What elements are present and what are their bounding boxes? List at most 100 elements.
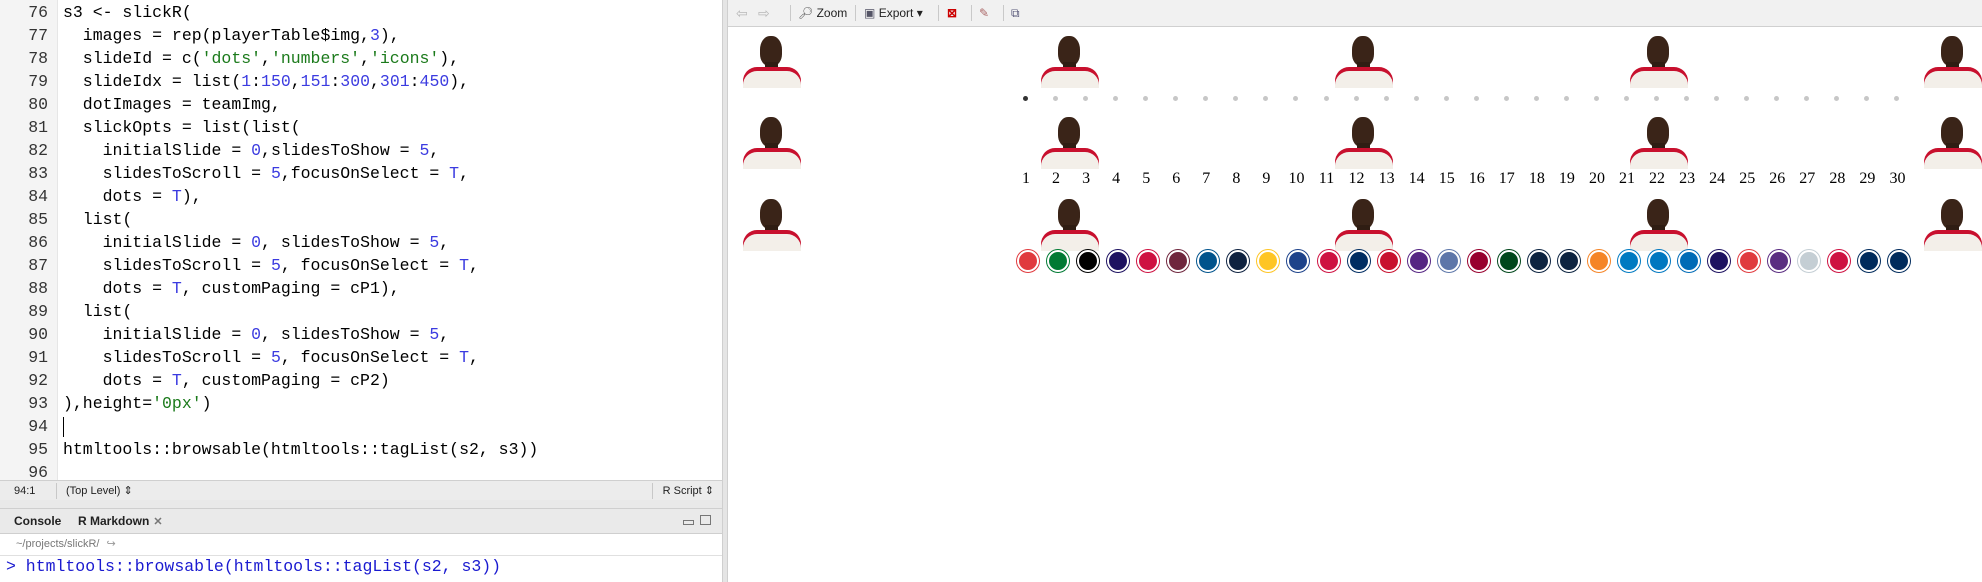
tab-console[interactable]: Console [8, 509, 68, 533]
page-number[interactable]: 11 [1315, 170, 1339, 188]
carousel-numbers[interactable]: 1 2 3 4 5 6 7 8 9 10 11 12 13 14 15 16 17 18 19 20 21 22 23 24 2… [728, 115, 1982, 187]
team-logo-icon[interactable] [1227, 250, 1250, 272]
page-number[interactable]: 4 [1104, 170, 1128, 188]
team-logo-icon[interactable] [1317, 250, 1340, 272]
team-logo-icon[interactable] [1017, 250, 1039, 272]
page-number[interactable]: 5 [1134, 170, 1158, 188]
page-number[interactable]: 1 [1014, 170, 1038, 188]
source-editor[interactable]: 76 s3 <- slickR(77 images = rep(playerTab… [0, 0, 722, 502]
team-logo-icon[interactable] [1768, 250, 1791, 272]
team-logo-icon[interactable] [1648, 250, 1671, 272]
carousel-dot[interactable] [1323, 96, 1329, 101]
team-logo-icon[interactable] [1678, 250, 1701, 272]
code-line[interactable]: 85 list( [0, 208, 132, 231]
code-line[interactable]: 86 initialSlide = 0, slidesToShow = 5, [0, 231, 449, 254]
team-logo-icon[interactable] [1527, 250, 1550, 272]
player-image[interactable] [1041, 115, 1099, 171]
player-image[interactable] [1041, 34, 1099, 90]
page-number[interactable]: 10 [1284, 170, 1308, 188]
maximize-pane-icon[interactable] [700, 515, 711, 525]
carousel-dot[interactable] [1714, 96, 1720, 101]
carousel-dot[interactable] [1143, 96, 1149, 101]
code-line[interactable]: 89 list( [0, 300, 132, 323]
broom-icon[interactable]: ✎ [979, 0, 989, 26]
carousel-dot[interactable] [1864, 96, 1870, 101]
team-logo-icon[interactable] [1738, 250, 1761, 272]
player-image[interactable] [1041, 197, 1099, 253]
page-number[interactable]: 28 [1825, 170, 1849, 188]
team-logo-icon[interactable] [1557, 250, 1580, 272]
code-line[interactable]: 77 images = rep(playerTable$img,3), [0, 24, 399, 47]
tab-r-markdown[interactable]: R Markdown ✕ [72, 509, 169, 533]
page-number[interactable]: 25 [1735, 170, 1759, 188]
carousel-dot[interactable] [1383, 96, 1389, 101]
code-line[interactable]: 79 slideIdx = list(1:150,151:300,301:450… [0, 70, 469, 93]
go-to-directory-icon[interactable]: ↪ [107, 538, 116, 550]
page-number[interactable]: 12 [1345, 170, 1369, 188]
team-logo-icon[interactable] [1077, 250, 1100, 272]
team-logo-icon[interactable] [1197, 250, 1220, 272]
page-number[interactable]: 17 [1495, 170, 1519, 188]
carousel-dot[interactable] [1654, 96, 1660, 101]
carousel-dot[interactable] [1233, 96, 1239, 101]
player-image[interactable] [1924, 115, 1982, 171]
player-image[interactable] [1924, 34, 1982, 90]
page-number[interactable]: 18 [1525, 170, 1549, 188]
team-logo-icon[interactable] [1257, 250, 1280, 272]
page-number[interactable]: 8 [1224, 170, 1248, 188]
team-logo-icon[interactable] [1888, 250, 1911, 272]
carousel-dot[interactable] [1053, 96, 1059, 101]
team-logo-icon[interactable] [1167, 250, 1190, 272]
page-number[interactable]: 22 [1645, 170, 1669, 188]
player-image[interactable] [743, 197, 801, 253]
carousel-dot[interactable] [1533, 96, 1539, 101]
player-image[interactable] [743, 115, 801, 171]
team-logo-icon[interactable] [1347, 250, 1370, 272]
team-logo-icon[interactable] [1618, 250, 1640, 272]
player-image[interactable] [1335, 115, 1393, 171]
carousel-dot[interactable] [1083, 96, 1089, 101]
code-line[interactable]: 88 dots = T, customPaging = cP1), [0, 277, 399, 300]
carousel-dot[interactable] [1293, 96, 1299, 101]
page-number[interactable]: 27 [1795, 170, 1819, 188]
code-line[interactable]: 91 slidesToScroll = 5, focusOnSelect = T… [0, 346, 479, 369]
page-number[interactable]: 9 [1254, 170, 1278, 188]
carousel-dot[interactable] [1624, 96, 1629, 101]
carousel-dot[interactable] [1113, 96, 1119, 101]
player-image[interactable] [1335, 197, 1393, 253]
page-number[interactable]: 29 [1855, 170, 1879, 188]
code-line[interactable]: 78 slideId = c('dots','numbers','icons')… [0, 47, 459, 70]
carousel-dot[interactable] [1263, 96, 1269, 101]
code-line[interactable]: 95 htmltools::browsable(htmltools::tagLis… [0, 438, 538, 461]
team-logo-icon[interactable] [1497, 250, 1520, 272]
team-logo-icon[interactable] [1587, 250, 1610, 272]
page-number[interactable]: 7 [1194, 170, 1218, 188]
page-number[interactable]: 6 [1164, 170, 1188, 188]
minimize-pane-icon[interactable] [683, 520, 694, 525]
code-line[interactable]: 80 dotImages = teamImg, [0, 93, 281, 116]
player-image[interactable] [1924, 197, 1982, 253]
page-number[interactable]: 20 [1585, 170, 1609, 188]
file-type-dropdown[interactable]: R Script ⇕ [663, 481, 714, 501]
team-logo-icon[interactable] [1708, 250, 1731, 272]
back-arrow-icon[interactable]: ⇦ [736, 0, 748, 26]
player-image[interactable] [1630, 115, 1688, 171]
team-logo-icon[interactable] [1467, 250, 1490, 272]
team-logo-icon[interactable] [1047, 250, 1070, 272]
popout-window-icon[interactable]: ⧉ [1011, 0, 1020, 26]
clear-viewer-icon[interactable]: ⊠ [947, 0, 957, 26]
player-image[interactable] [1335, 34, 1393, 90]
team-logo-icon[interactable] [1107, 250, 1130, 272]
code-line[interactable]: 76 s3 <- slickR( [0, 1, 192, 24]
page-number[interactable]: 23 [1675, 170, 1699, 188]
carousel-dot[interactable] [1023, 96, 1028, 101]
carousel-dot[interactable] [1203, 96, 1209, 101]
carousel-dot[interactable] [1894, 96, 1900, 101]
page-number[interactable]: 21 [1615, 170, 1639, 188]
code-line[interactable]: 94 [0, 415, 48, 438]
carousel-dot[interactable] [1353, 96, 1359, 101]
code-line[interactable]: 90 initialSlide = 0, slidesToShow = 5, [0, 323, 449, 346]
team-logo-icon[interactable] [1828, 250, 1851, 272]
carousel-dot[interactable] [1834, 96, 1840, 101]
page-number[interactable]: 13 [1375, 170, 1399, 188]
